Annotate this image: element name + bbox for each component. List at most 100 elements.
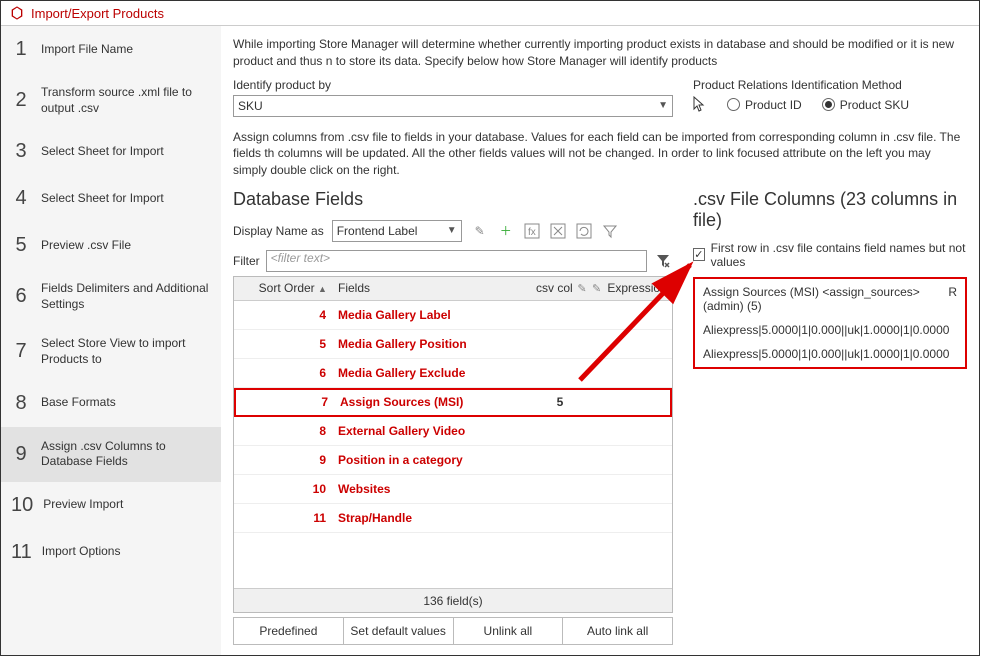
step-label: Import Options [42,544,121,560]
step-label: Select Sheet for Import [41,191,164,207]
titlebar: Import/Export Products [1,1,979,26]
col-expression[interactable]: ✎ Expression [592,281,672,295]
grid-row[interactable]: 6Media Gallery Exclude [234,359,672,388]
unlink-all-button[interactable]: Unlink all [454,618,564,644]
step-num: 6 [11,285,31,308]
step-8[interactable]: 8 Base Formats [1,380,221,427]
auto-link-all-button[interactable]: Auto link all [563,618,672,644]
step-label: Assign .csv Columns to Database Fields [41,439,211,470]
step-7[interactable]: 7Select Store View to import Products to [1,324,221,379]
sort-asc-icon: ▲ [318,284,326,294]
assign-note: Assign columns from .csv file to fields … [233,129,967,179]
step-num: 10 [11,494,33,517]
set-default-values-button[interactable]: Set default values [344,618,454,644]
col-sort-order[interactable]: Sort Order ▲ [234,281,334,295]
grid-row[interactable]: 10Websites [234,475,672,504]
radio-icon [822,98,835,111]
chevron-down-icon: ▼ [658,100,668,111]
grid-header: Sort Order ▲ Fields csv col ✎ ✎ Expressi… [234,277,672,301]
cell-sort: 10 [234,482,334,496]
cell-fields: External Gallery Video [334,424,532,438]
cell-fields: Media Gallery Exclude [334,366,532,380]
clear-filter-icon[interactable] [653,251,673,271]
cell-fields: Websites [334,482,532,496]
window-title: Import/Export Products [31,6,164,21]
csv-columns-title: .csv File Columns (23 columns in file) [693,189,967,231]
grid-row[interactable]: 8External Gallery Video [234,417,672,446]
svg-text:fx: fx [528,227,536,238]
pencil-icon: ✎ [576,282,588,295]
first-row-label: First row in .csv file contains field na… [711,241,967,269]
clear-icon[interactable] [548,221,568,241]
step-2[interactable]: 2Transform source .xml file to output .c… [1,73,221,128]
step-10[interactable]: 10 Preview Import [1,482,221,529]
intro-text: While importing Store Manager will deter… [233,36,967,70]
display-select[interactable]: Frontend Label ▼ [332,220,462,242]
step-3[interactable]: 3 Select Sheet for Import [1,128,221,175]
step-label: Preview .csv File [41,238,131,254]
step-4[interactable]: 4Select Sheet for Import [1,175,221,222]
cell-sort: 6 [234,366,334,380]
cell-fields: Position in a category [334,453,532,467]
cell-fields: Media Gallery Label [334,308,532,322]
step-6[interactable]: 6 Fields Delimiters and Additional Settin… [1,269,221,324]
pencil-icon[interactable]: ✎ [470,221,490,241]
grid-row[interactable]: 5Media Gallery Position [234,330,672,359]
csv-box-r: R [948,285,957,313]
grid-row[interactable]: 4Media Gallery Label [234,301,672,330]
cell-fields: Strap/Handle [334,511,532,525]
step-11[interactable]: 11 Import Options [1,529,221,576]
step-label: Preview Import [43,497,123,513]
step-5[interactable]: 5Preview .csv File [1,222,221,269]
predefined-button[interactable]: Predefined [234,618,344,644]
step-num: 3 [11,140,31,163]
step-num: 11 [11,541,32,564]
grid-row[interactable]: 11Strap/Handle [234,504,672,533]
cell-sort: 5 [234,337,334,351]
grid-row[interactable]: 9Position in a category [234,446,672,475]
cell-sort: 11 [234,511,334,525]
db-fields-grid: Sort Order ▲ Fields csv col ✎ ✎ Expressi… [233,276,673,613]
step-label: Import File Name [41,42,133,58]
identify-value: SKU [238,99,263,113]
csv-box-header: Assign Sources (MSI) <assign_sources> (a… [703,285,948,313]
csv-preview-box: Assign Sources (MSI) <assign_sources> (a… [693,277,967,369]
filter-input[interactable]: <filter text> [266,250,647,272]
col-fields[interactable]: Fields [334,281,532,295]
col-csv[interactable]: csv col ✎ [532,281,592,295]
step-1[interactable]: 1Import File Name [1,26,221,73]
radio-label: Product SKU [840,98,909,112]
relations-label: Product Relations Identification Method [693,78,967,92]
step-label: Fields Delimiters and Additional Setting… [41,281,211,312]
app-icon [9,5,25,21]
plus-icon[interactable]: ＋ [496,221,516,241]
filter-toggle-icon[interactable] [600,221,620,241]
pencil-icon: ✎ [592,282,604,295]
expression-icon[interactable]: fx [522,221,542,241]
cell-sort: 7 [236,395,336,409]
identify-label: Identify product by [233,78,673,92]
step-num: 7 [11,340,31,363]
grid-footer: 136 field(s) [234,588,672,612]
step-num: 8 [11,392,31,415]
refresh-icon[interactable] [574,221,594,241]
cell-fields: Assign Sources (MSI) [336,395,530,409]
step-9[interactable]: 9 Assign .csv Columns to Database Fields [1,427,221,482]
cursor-icon [693,96,707,114]
radio-product-sku[interactable]: Product SKU [822,98,909,112]
wizard-sidebar: 1Import File Name 2Transform source .xml… [1,26,221,655]
step-num: 9 [11,443,31,466]
step-label: Select Sheet for Import [41,144,164,160]
radio-icon [727,98,740,111]
step-label: Base Formats [41,395,116,411]
csv-line: Aliexpress|5.0000|1|0.000||uk|1.0000|1|0… [703,347,957,361]
cell-sort: 4 [234,308,334,322]
grid-row[interactable]: 7Assign Sources (MSI)5 [234,388,672,417]
identify-select[interactable]: SKU ▼ [233,95,673,117]
cell-csv: 5 [530,395,590,409]
radio-label: Product ID [745,98,802,112]
db-fields-title: Database Fields [233,189,673,210]
radio-product-id[interactable]: Product ID [727,98,802,112]
first-row-checkbox[interactable]: ✓ [693,248,705,261]
display-name-as-label: Display Name as [233,224,324,238]
